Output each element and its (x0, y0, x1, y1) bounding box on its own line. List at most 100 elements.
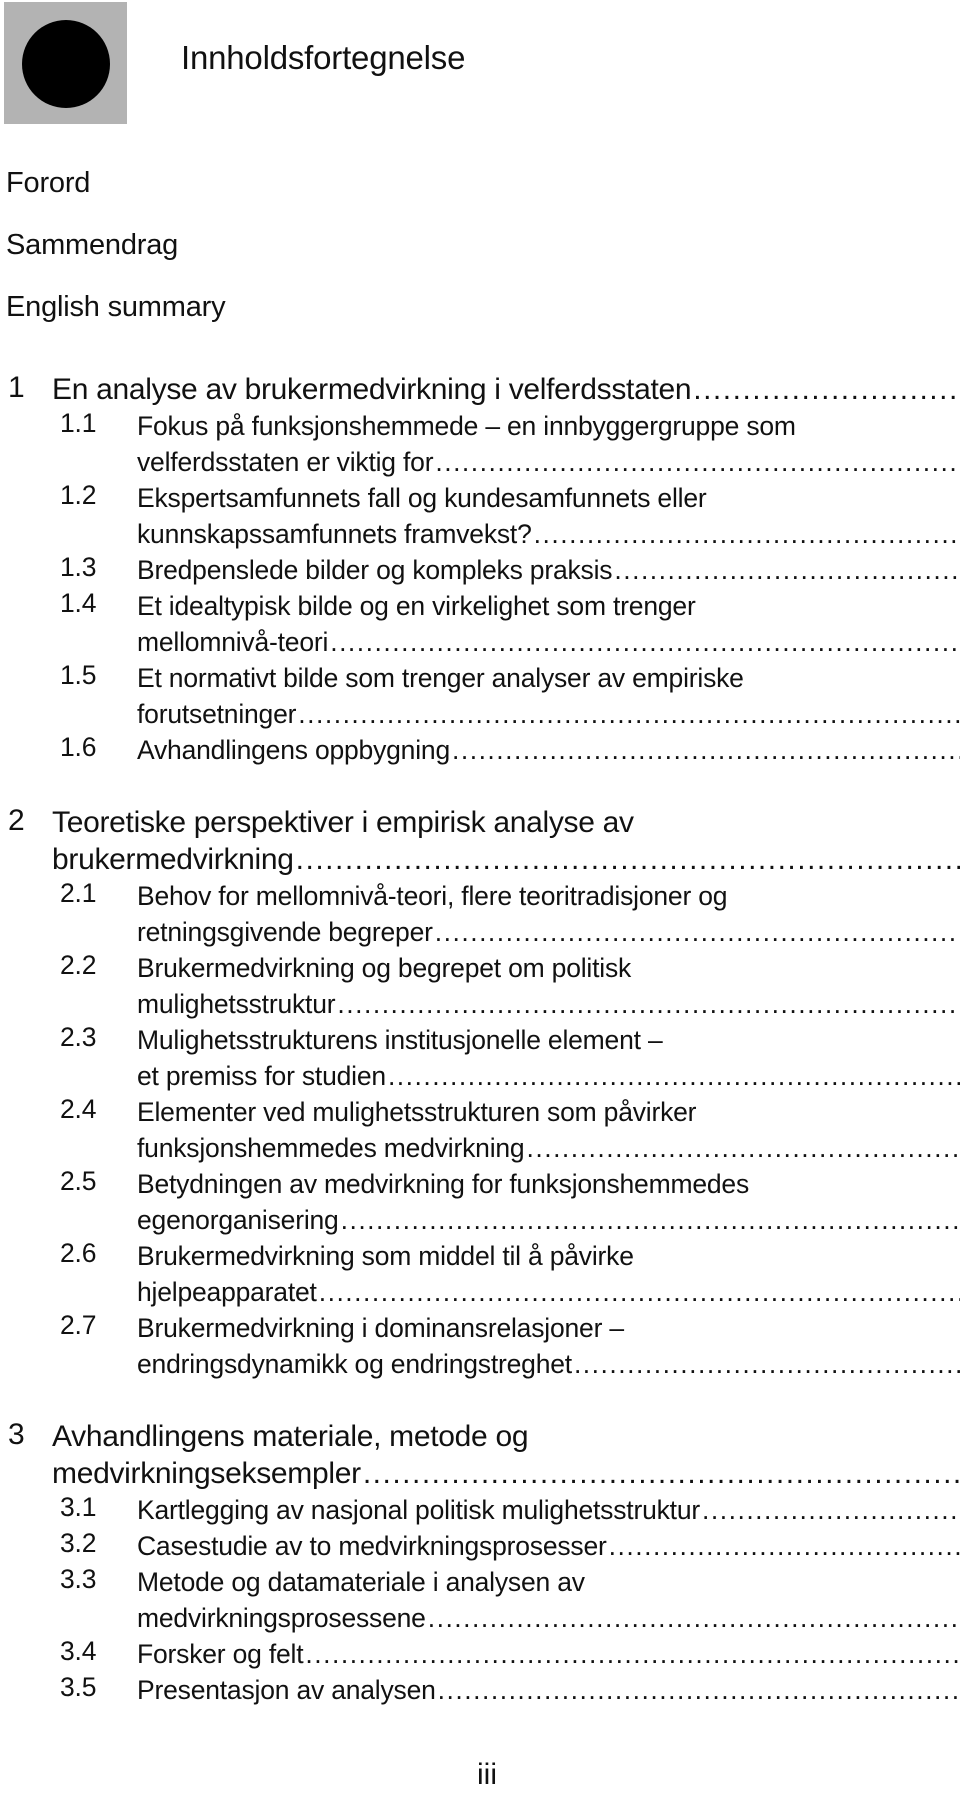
toc-section-1-6-title: Avhandlingens oppbygning15 (137, 732, 960, 768)
toc-chapter-3-title: Avhandlingens materiale, metode og medvir… (52, 1418, 960, 1492)
title-line: Betydningen av medvirkning for funksjons… (137, 1166, 960, 1202)
toc-entry-forord[interactable]: Forord (6, 163, 225, 225)
dot-leader (435, 914, 960, 950)
toc-section-3-4[interactable]: 3.4Forsker og felt73 (0, 1636, 956, 1672)
toc-section-1-4[interactable]: 1.4 Et idealtypisk bilde og en virkelighe… (0, 588, 956, 660)
title-text: Behov for mellomnivå-teori, flere teorit… (137, 881, 728, 911)
dot-leader (438, 1672, 960, 1708)
title-text: Metode og datamateriale i analysen av (137, 1567, 585, 1597)
toc-section-2-3-title: Mulighetsstrukturens institusjonelle ele… (137, 1022, 960, 1094)
toc-section-3-5-number: 3.5 (60, 1672, 97, 1702)
toc-section-2-2-title: Brukermedvirkning og begrepet om politis… (137, 950, 960, 1022)
title-text: endringsdynamikk og endringstreghet (137, 1349, 572, 1379)
toc-section-3-1-number: 3.1 (60, 1492, 97, 1522)
front-matter-list: Forord Sammendrag English summary (6, 163, 226, 349)
toc-section-1-2-number: 1.2 (60, 480, 97, 510)
title-line: mulighetsstruktur23 (137, 986, 960, 1022)
toc-section-2-1-number: 2.1 (60, 878, 97, 908)
title-text: et premiss for studien (137, 1061, 386, 1091)
toc-section-2-3[interactable]: 2.3 Mulighetsstrukturens institusjonelle … (0, 1022, 956, 1094)
toc-section-2-2[interactable]: 2.2 Brukermedvirkning og begrepet om poli… (0, 950, 956, 1022)
title-line: Brukermedvirkning og begrepet om politis… (137, 950, 960, 986)
title-text: retningsgivende begreper (137, 917, 433, 947)
title-line: Avhandlingens materiale, metode og (52, 1418, 960, 1455)
dot-leader (330, 624, 960, 660)
title-line: Casestudie av to medvirkningsprosesser60 (137, 1528, 960, 1564)
toc-section-1-4-number: 1.4 (60, 588, 97, 618)
chapter-marker-logo (4, 2, 127, 124)
dot-leader (452, 732, 960, 768)
title-line: Presentasjon av analysen76 (137, 1672, 960, 1708)
chapter-block: 2 Teoretiske perspektiver i empirisk anal… (0, 804, 956, 1382)
toc-section-2-4-title: Elementer ved mulighetsstrukturen som på… (137, 1094, 960, 1166)
dot-leader (614, 552, 960, 588)
toc-section-2-6[interactable]: 2.6 Brukermedvirkning som middel til å på… (0, 1238, 956, 1310)
title-text: funksjonshemmedes medvirkning (137, 1133, 525, 1163)
page-number: iii (477, 1758, 497, 1791)
dot-leader (363, 1455, 960, 1492)
toc-section-1-4-title: Et idealtypisk bilde og en virkelighet s… (137, 588, 960, 660)
toc-section-3-1[interactable]: 3.1 Kartlegging av nasjonal politisk muli… (0, 1492, 956, 1528)
toc-section-3-5[interactable]: 3.5Presentasjon av analysen76 (0, 1672, 956, 1708)
toc-section-1-6-number: 1.6 (60, 732, 97, 762)
toc-section-2-7[interactable]: 2.7 Brukermedvirkning i dominansrelasjone… (0, 1310, 956, 1382)
title-line: Brukermedvirkning i dominansrelasjoner – (137, 1310, 960, 1346)
title-line: Bredpenslede bilder og kompleks praksis8 (137, 552, 960, 588)
title-line: Brukermedvirkning som middel til å påvir… (137, 1238, 960, 1274)
toc-chapter-1[interactable]: 1 En analyse av brukermedvirkning i velfe… (0, 371, 956, 408)
toc-section-3-3-title: Metode og datamateriale i analysen av med… (137, 1564, 960, 1636)
toc-section-3-4-title: Forsker og felt73 (137, 1636, 960, 1672)
toc-section-1-3[interactable]: 1.3 Bredpenslede bilder og kompleks praks… (0, 552, 956, 588)
toc-section-1-3-number: 1.3 (60, 552, 97, 582)
toc-section-2-1[interactable]: 2.1 Behov for mellomnivå-teori, flere teo… (0, 878, 956, 950)
dot-leader (388, 1058, 960, 1094)
chapter-block: 3 Avhandlingens materiale, metode og medvi… (0, 1418, 956, 1708)
toc-chapter-3[interactable]: 3 Avhandlingens materiale, metode og medvi… (0, 1418, 956, 1492)
toc-section-2-7-number: 2.7 (60, 1310, 97, 1340)
toc-entry-english-summary[interactable]: English summary (6, 287, 226, 349)
toc-section-3-3-number: 3.3 (60, 1564, 97, 1594)
title-text: Brukermedvirkning i dominansrelasjoner – (137, 1313, 624, 1343)
toc-section-1-2-title: Ekspertsamfunnets fall og kundesamfunnet… (137, 480, 960, 552)
toc-section-2-1-title: Behov for mellomnivå-teori, flere teorit… (137, 878, 960, 950)
dot-leader (298, 696, 960, 732)
dot-leader (428, 1600, 960, 1636)
title-text: Presentasjon av analysen (137, 1675, 436, 1705)
title-text: Avhandlingens oppbygning (137, 735, 450, 765)
title-line: medvirkningseksempler55 (52, 1455, 960, 1492)
dot-leader (609, 1528, 960, 1564)
dot-leader (341, 1202, 960, 1238)
toc-section-1-1[interactable]: 1.1 Fokus på funksjonshemmede – en innbyg… (0, 408, 956, 480)
toc-section-1-5[interactable]: 1.5 Et normativt bilde som trenger analys… (0, 660, 956, 732)
title-line: Teoretiske perspektiver i empirisk analy… (52, 804, 960, 841)
title-text: Et normativt bilde som trenger analyser … (137, 663, 744, 693)
title-line: Ekspertsamfunnets fall og kundesamfunnet… (137, 480, 960, 516)
toc-section-3-2-number: 3.2 (60, 1528, 97, 1558)
title-text: Et idealtypisk bilde og en virkelighet s… (137, 591, 696, 621)
toc-chapter-2[interactable]: 2 Teoretiske perspektiver i empirisk anal… (0, 804, 956, 878)
toc-section-2-2-number: 2.2 (60, 950, 97, 980)
title-text: kunnskapssamfunnets framvekst? (137, 519, 532, 549)
title-text: Brukermedvirkning som middel til å påvir… (137, 1241, 634, 1271)
toc-section-2-4[interactable]: 2.4 Elementer ved mulighetsstrukturen som… (0, 1094, 956, 1166)
toc-chapter-2-number: 2 (8, 804, 25, 837)
black-circle-icon (22, 20, 110, 108)
toc-section-2-6-number: 2.6 (60, 1238, 97, 1268)
toc-section-2-7-title: Brukermedvirkning i dominansrelasjoner –… (137, 1310, 960, 1382)
toc-section-1-6[interactable]: 1.6Avhandlingens oppbygning15 (0, 732, 956, 768)
toc-section-3-2[interactable]: 3.2 Casestudie av to medvirkningsprosesse… (0, 1528, 956, 1564)
title-text: Kartlegging av nasjonal politisk mulighe… (137, 1495, 700, 1525)
toc-section-3-3[interactable]: 3.3 Metode og datamateriale i analysen av… (0, 1564, 956, 1636)
toc-section-2-5[interactable]: 2.5 Betydningen av medvirkning for funksj… (0, 1166, 956, 1238)
toc-entry-sammendrag[interactable]: Sammendrag (6, 225, 225, 287)
toc-section-1-2[interactable]: 1.2 Ekspertsamfunnets fall og kundesamfun… (0, 480, 956, 552)
dot-leader (702, 1492, 960, 1528)
title-text: Forsker og felt (137, 1639, 304, 1669)
title-line: Et idealtypisk bilde og en virkelighet s… (137, 588, 960, 624)
dot-leader (337, 986, 960, 1022)
title-line: forutsetninger14 (137, 696, 960, 732)
toc-chapter-1-number: 1 (8, 371, 25, 404)
title-line: Avhandlingens oppbygning15 (137, 732, 960, 768)
title-text: Fokus på funksjonshemmede – en innbygger… (137, 411, 796, 441)
dot-leader (319, 1274, 960, 1310)
